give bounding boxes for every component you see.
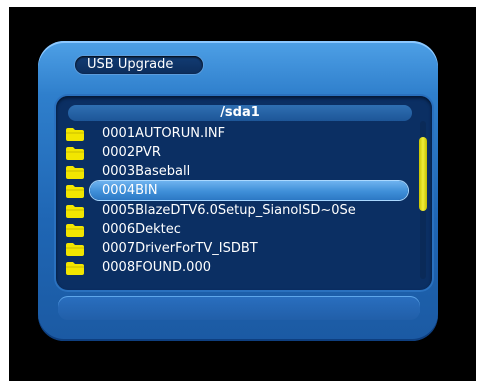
footer-bar xyxy=(58,296,420,320)
folder-icon xyxy=(66,128,84,141)
folder-icon xyxy=(66,185,84,198)
list-item-selected[interactable]: 0004BIN xyxy=(62,181,412,200)
file-name: 0001AUTORUN.INF xyxy=(102,126,226,141)
list-item[interactable]: 0008FOUND.000 xyxy=(62,258,412,277)
folder-icon xyxy=(66,166,84,179)
file-name: 0006Dektec xyxy=(102,222,181,237)
file-name: 0005BlazeDTV6.0Setup_SianoISD~0Se xyxy=(102,203,356,218)
folder-icon xyxy=(66,205,84,218)
file-name: 0007DriverForTV_ISDBT xyxy=(102,241,258,256)
file-name: 0003Baseball xyxy=(102,164,191,179)
list-item[interactable]: 0003Baseball xyxy=(62,162,412,181)
file-name: 0004BIN xyxy=(102,183,158,198)
file-name: 0002PVR xyxy=(102,145,161,160)
list-item[interactable]: 0007DriverForTV_ISDBT xyxy=(62,239,412,258)
file-name: 0008FOUND.000 xyxy=(102,260,211,275)
list-item[interactable]: 0001AUTORUN.INF xyxy=(62,124,412,143)
folder-icon xyxy=(66,262,84,275)
window-title: USB Upgrade xyxy=(75,56,203,74)
folder-icon xyxy=(66,243,84,256)
folder-icon xyxy=(66,147,84,160)
current-path: /sda1 xyxy=(68,105,412,121)
scrollbar-thumb[interactable] xyxy=(419,137,427,211)
list-item[interactable]: 0006Dektec xyxy=(62,220,412,239)
list-item[interactable]: 0005BlazeDTV6.0Setup_SianoISD~0Se xyxy=(62,201,412,220)
list-item[interactable]: 0002PVR xyxy=(62,143,412,162)
folder-icon xyxy=(66,224,84,237)
